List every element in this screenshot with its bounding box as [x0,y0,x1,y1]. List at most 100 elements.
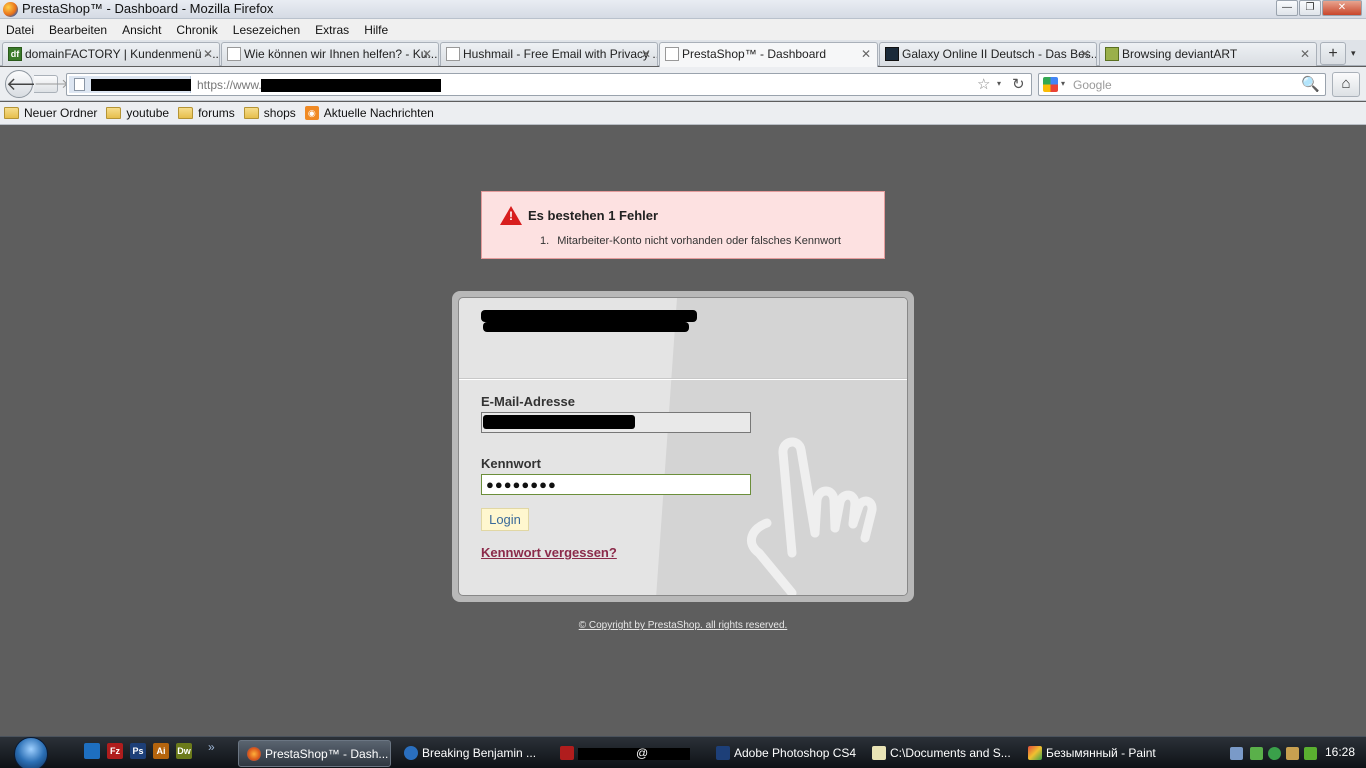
home-button[interactable]: ⌂ [1332,72,1360,97]
window-controls: — ❐ ✕ [1275,0,1362,16]
close-tab-icon[interactable]: ✕ [641,43,651,65]
start-button[interactable] [12,737,50,768]
password-label: Kennwort [481,456,541,471]
email-label: E-Mail-Adresse [481,394,575,409]
taskbar-item-paint[interactable]: Безымянный - Paint [1020,740,1172,767]
tab-prestashop[interactable]: PrestaShop™ - Dashboard ✕ [659,42,878,67]
back-button[interactable]: 🡐 [5,70,54,98]
close-tab-icon[interactable]: ✕ [1300,43,1310,65]
page-content: Es bestehen 1 Fehler 1.Mitarbeiter-Konto… [0,126,1366,736]
volume-tray-icon[interactable] [1286,747,1299,760]
navigation-toolbar: 🡐 🡒 https://www. ☆ ▾ ↻ ▾ Google 🔍 ⌂ [0,67,1366,101]
bookmarks-toolbar: Neuer Ordner youtube forums shops ◉ Aktue… [0,102,1366,125]
tab-label: PrestaShop™ - Dashboard [682,47,827,61]
close-tab-icon[interactable]: ✕ [1080,43,1090,65]
copyright-link[interactable]: © Copyright by PrestaShop. all rights re… [0,620,1366,631]
taskbar-item-filezilla[interactable]: @ [552,740,704,767]
status-tray-icon[interactable] [1268,747,1281,760]
close-tab-icon[interactable]: ✕ [203,43,213,65]
dreamweaver-quicklaunch-icon[interactable]: Dw [176,743,192,759]
folder-icon [243,107,259,119]
url-bar[interactable]: https://www. ☆ ▾ ↻ [66,73,1032,96]
folder-icon [178,107,194,119]
quicklaunch-more-icon[interactable]: » [208,740,215,754]
login-frame: E-Mail-Adresse Kennwort ●●●●●●●● Login K… [452,291,914,602]
taskbar-clock[interactable]: 16:28 [1325,745,1355,759]
deviantart-favicon-icon [1105,47,1119,61]
firefox-logo-icon [3,2,18,17]
domainfactory-favicon-icon: df [8,47,22,61]
network-tray-icon[interactable] [1230,747,1243,760]
windows-taskbar: Fz Ps Ai Dw » PrestaShop™ - Dash... Brea… [0,736,1366,768]
minimize-button[interactable]: — [1276,0,1298,16]
new-tab-button[interactable]: + [1320,42,1346,65]
taskbar-item-firefox[interactable]: PrestaShop™ - Dash... [238,740,391,767]
search-icon[interactable]: 🔍 [1301,75,1320,93]
menu-hilfe[interactable]: Hilfe [364,23,388,37]
tab-label: Wie können wir Ihnen helfen? - Ku... [244,47,438,61]
tab-help[interactable]: Wie können wir Ihnen helfen? - Ku... ✕ [221,42,439,66]
filezilla-quicklaunch-icon[interactable]: Fz [107,743,123,759]
search-input[interactable]: Google [1073,78,1112,92]
tab-label: Galaxy Online II Deutsch - Das Bes... [902,47,1097,61]
ie-quicklaunch-icon[interactable] [84,743,100,759]
reload-icon[interactable]: ↻ [1012,75,1025,93]
taskbar-item-media-player[interactable]: Breaking Benjamin ... [396,740,546,767]
tab-deviantart[interactable]: Browsing deviantART ✕ [1099,42,1317,66]
login-form: E-Mail-Adresse Kennwort ●●●●●●●● Login K… [458,297,908,596]
bookmark-star-icon[interactable]: ☆ [977,75,990,93]
illustrator-quicklaunch-icon[interactable]: Ai [153,743,169,759]
email-field[interactable] [481,412,751,433]
media-player-icon [404,746,418,760]
tab-label: Hushmail - Free Email with Privacy ... [463,47,658,61]
search-bar[interactable]: ▾ Google 🔍 [1038,73,1326,96]
bookmark-live-news[interactable]: ◉ Aktuelle Nachrichten [304,106,434,120]
rss-feed-icon: ◉ [304,106,319,120]
site-identity-button[interactable] [69,76,191,93]
folder-icon [106,107,122,119]
menu-datei[interactable]: Datei [6,23,34,37]
tab-bar: df domainFACTORY | Kundenmenü - ... ✕ Wi… [0,40,1366,67]
filezilla-icon [560,746,574,760]
tab-label: domainFACTORY | Kundenmenü - ... [25,47,220,61]
history-dropdown-icon[interactable]: ▾ [997,79,1001,88]
bookmark-folder-shops[interactable]: shops [243,106,296,120]
engine-dropdown-icon[interactable]: ▾ [1061,79,1065,88]
error-title: Es bestehen 1 Fehler [528,208,659,223]
app-tray-icon[interactable] [1250,747,1263,760]
notepad-icon [872,746,886,760]
password-field[interactable]: ●●●●●●●● [481,474,751,495]
page-favicon-icon [665,47,679,61]
menu-ansicht[interactable]: Ansicht [122,23,161,37]
redacted-shop-logo [483,322,689,332]
close-window-button[interactable]: ✕ [1322,0,1362,16]
maximize-button[interactable]: ❐ [1299,0,1321,16]
list-all-tabs-icon[interactable]: ▾ [1351,48,1356,59]
bookmark-folder-forums[interactable]: forums [178,106,235,120]
page-favicon-icon [227,47,241,61]
tab-galaxy[interactable]: Galaxy Online II Deutsch - Das Bes... ✕ [879,42,1097,66]
google-engine-icon[interactable] [1043,77,1058,92]
taskbar-item-notepad[interactable]: C:\Documents and S... [864,740,1016,767]
nvidia-tray-icon[interactable] [1304,747,1317,760]
menu-bearbeiten[interactable]: Bearbeiten [49,23,107,37]
forward-button[interactable]: 🡒 [34,75,69,93]
bookmark-folder-neuer-ordner[interactable]: Neuer Ordner [4,106,97,120]
photoshop-quicklaunch-icon[interactable]: Ps [130,743,146,759]
forgot-password-link[interactable]: Kennwort vergessen? [481,545,617,560]
tab-hushmail[interactable]: Hushmail - Free Email with Privacy ... ✕ [440,42,658,66]
menu-extras[interactable]: Extras [315,23,349,37]
warning-icon [500,206,522,225]
close-tab-icon[interactable]: ✕ [861,43,871,65]
redaction-bar [91,79,191,91]
menu-chronik[interactable]: Chronik [176,23,217,37]
close-tab-icon[interactable]: ✕ [422,43,432,65]
login-button[interactable]: Login [481,508,529,531]
galaxy-favicon-icon [885,47,899,61]
tab-domainfactory[interactable]: df domainFACTORY | Kundenmenü - ... ✕ [2,42,220,66]
menu-lesezeichen[interactable]: Lesezeichen [233,23,300,37]
taskbar-item-photoshop[interactable]: Adobe Photoshop CS4 [708,740,860,767]
bookmark-folder-youtube[interactable]: youtube [106,106,169,120]
redaction-bar [578,748,690,760]
pointing-hand-icon [746,437,877,595]
